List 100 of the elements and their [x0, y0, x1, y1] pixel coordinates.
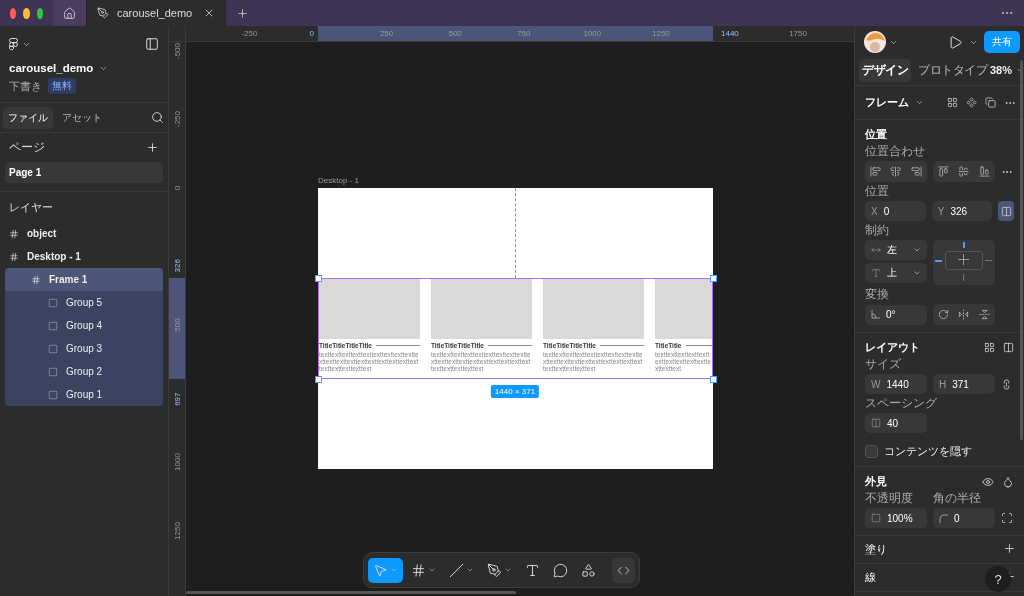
file-tab[interactable]: carousel_demo — [87, 0, 226, 26]
layer-item[interactable]: Group 1 — [5, 383, 163, 406]
layer-item[interactable]: Frame 1 — [5, 268, 163, 291]
y-field[interactable]: Y 326 — [931, 201, 993, 221]
height-field[interactable]: H 371 — [933, 374, 995, 394]
pen-icon — [487, 562, 502, 578]
add-icon[interactable] — [1003, 542, 1016, 555]
tool-button[interactable] — [368, 557, 403, 583]
resize-handle[interactable] — [315, 376, 322, 383]
align-right-icon — [911, 166, 923, 177]
copy-icon[interactable] — [985, 96, 996, 108]
grid-icon[interactable] — [947, 96, 958, 108]
panel-tab[interactable]: アセット — [57, 106, 107, 129]
ruler-label: 1750 — [789, 29, 807, 38]
group-icon — [48, 366, 58, 377]
line-icon — [449, 562, 464, 578]
layer-item[interactable]: Group 2 — [5, 360, 163, 383]
add-page-icon[interactable] — [146, 141, 159, 154]
align-left-icon — [869, 166, 881, 177]
constraint-toggle[interactable] — [998, 201, 1014, 221]
pages-heading: ページ — [9, 139, 45, 156]
text-icon — [525, 562, 540, 578]
field-label: 位置合わせ — [865, 145, 926, 158]
align-group[interactable] — [933, 161, 995, 182]
avatar[interactable] — [864, 31, 886, 53]
angle-icon — [871, 310, 880, 319]
selection-type[interactable]: フレーム — [865, 95, 909, 110]
align-group[interactable] — [865, 161, 927, 182]
section-heading: 位置 — [865, 127, 888, 142]
selected-frame[interactable] — [318, 278, 713, 379]
opacity-icon — [871, 513, 881, 523]
constraint-dropdown[interactable]: 上 — [865, 263, 927, 283]
ruler-label: 697 — [172, 392, 182, 407]
page-item[interactable]: Page 1 — [5, 162, 163, 183]
maximize-button[interactable] — [36, 7, 43, 19]
zoom-level[interactable]: 38% — [990, 64, 1013, 76]
corners-icon[interactable] — [1001, 512, 1013, 524]
panel-tab[interactable]: プロトタイプ — [915, 58, 990, 82]
radius-field[interactable]: 0 — [933, 508, 995, 528]
align-middle-icon — [958, 166, 970, 177]
checkbox[interactable] — [865, 445, 878, 458]
play-icon[interactable] — [948, 34, 963, 50]
opacity-field[interactable]: 100% — [865, 508, 927, 528]
frame-title[interactable]: Desktop - 1 — [318, 176, 359, 185]
droplet-icon[interactable] — [1002, 475, 1014, 488]
panel-tab[interactable]: デザイン — [859, 58, 911, 82]
layer-item[interactable]: Group 5 — [5, 291, 163, 314]
group-icon — [48, 389, 58, 400]
help-button[interactable]: ? — [985, 566, 1011, 592]
x-field[interactable]: X 0 — [865, 201, 926, 221]
minimize-button[interactable] — [23, 7, 30, 19]
spacing-icon — [871, 418, 881, 428]
layer-item[interactable]: Group 3 — [5, 337, 163, 360]
flip-vertical-icon — [979, 309, 991, 320]
auto-layout-icon[interactable] — [1003, 342, 1014, 353]
width-icon — [871, 245, 881, 255]
scrollbar[interactable] — [1020, 60, 1023, 440]
ruler-label: -500 — [172, 42, 182, 59]
panel-tab[interactable]: ファイル — [3, 106, 53, 129]
flip-horizontal-icon — [958, 309, 970, 320]
new-tab-icon[interactable] — [236, 6, 249, 20]
group-icon — [48, 320, 58, 331]
eye-icon[interactable] — [982, 475, 994, 488]
rotate-icon — [937, 309, 949, 320]
group-icon — [48, 297, 58, 308]
image-placeholder — [655, 279, 712, 339]
shapes-icon — [581, 562, 596, 578]
close-button[interactable] — [10, 7, 17, 19]
link-icon[interactable] — [1001, 378, 1012, 390]
align-bottom-icon — [979, 166, 991, 177]
resize-handle[interactable] — [710, 275, 717, 282]
width-field[interactable]: W 1440 — [865, 374, 927, 394]
ruler-label: 0 — [172, 185, 182, 191]
component-icon[interactable] — [966, 96, 977, 108]
logo-icon[interactable] — [9, 37, 18, 51]
layer-item[interactable]: object — [0, 222, 168, 245]
ruler-label: 250 — [379, 29, 394, 38]
close-icon[interactable] — [203, 7, 215, 19]
scrollbar[interactable] — [186, 591, 516, 594]
layer-item[interactable]: Group 4 — [5, 314, 163, 337]
spacing-field[interactable]: 40 — [865, 413, 927, 433]
section-heading: 線 — [865, 570, 876, 585]
resize-handle[interactable] — [710, 376, 717, 383]
ruler-label: 500 — [172, 318, 182, 332]
grid-icon[interactable] — [984, 342, 995, 353]
ruler-label: -250 — [241, 29, 258, 38]
resize-handle[interactable] — [315, 275, 322, 282]
search-icon[interactable] — [151, 111, 164, 124]
constraint-diagram[interactable] — [933, 240, 995, 285]
transform-group[interactable] — [933, 304, 995, 325]
section-heading: レイアウト — [865, 340, 920, 355]
panel-toggle-icon[interactable] — [145, 37, 159, 51]
file-name: carousel_demo — [9, 62, 94, 74]
layer-item[interactable]: Desktop - 1 — [0, 245, 168, 268]
home-tab[interactable] — [53, 0, 87, 26]
plan-badge: 無料 — [48, 78, 76, 94]
rotation-field[interactable]: 0° — [865, 304, 927, 325]
align-center-icon — [890, 166, 902, 177]
constraint-dropdown[interactable]: 左 — [865, 240, 927, 260]
field-label: 変換 — [865, 288, 890, 301]
